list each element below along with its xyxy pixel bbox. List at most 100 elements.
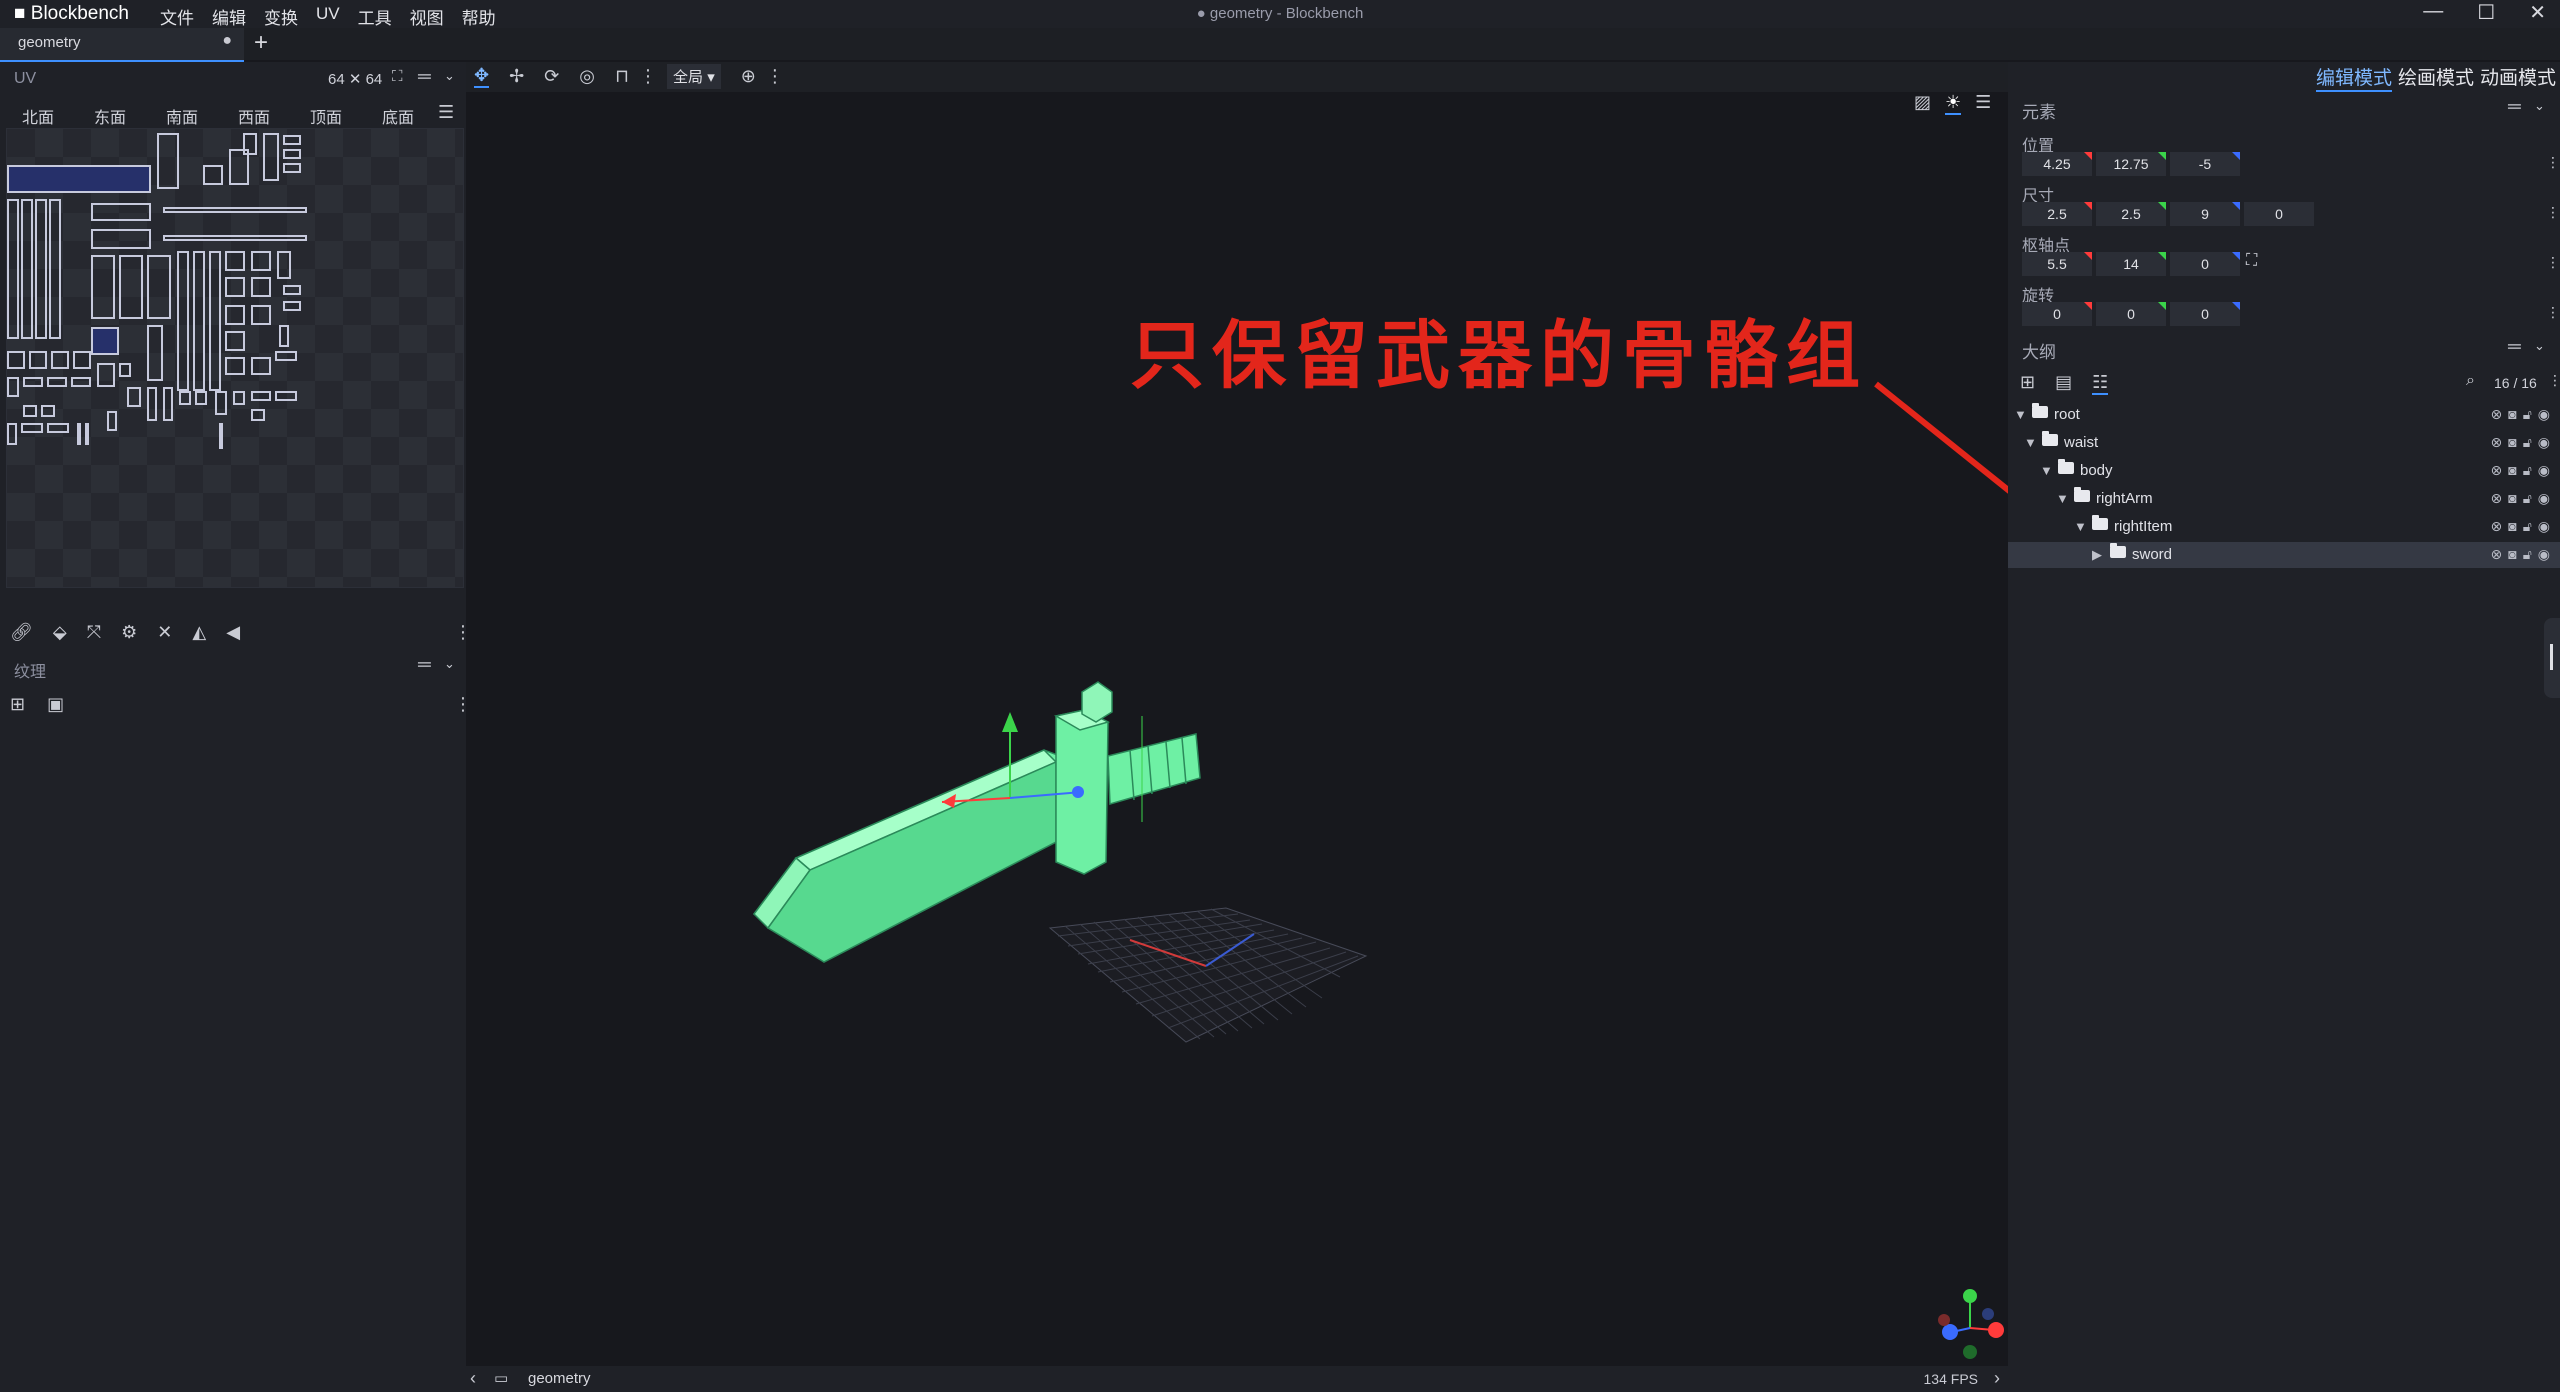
lock-icon[interactable]: 🔓︎ — [2523, 490, 2532, 507]
export-icon[interactable]: ⊗ — [2491, 434, 2503, 451]
auto-uv-icon[interactable]: ⚙ — [121, 622, 137, 643]
add-cube-icon[interactable]: ⊞ — [2020, 372, 2035, 395]
inflate-field[interactable]: 0 — [2244, 202, 2314, 226]
transform-space-select[interactable]: 全局 ▾ — [667, 64, 721, 89]
menu-lines-icon[interactable]: ═ — [2508, 336, 2521, 357]
size-z-field[interactable]: 9 — [2170, 202, 2240, 226]
outliner-group-root[interactable]: ▼ root ⊗ ◙ 🔓︎ ◉ — [2008, 402, 2560, 428]
fullscreen-icon[interactable]: ⛶ — [392, 68, 403, 85]
chevron-down-icon[interactable]: ▼ — [2056, 491, 2069, 506]
size-y-field[interactable]: 2.5 — [2096, 202, 2166, 226]
checklist-icon[interactable]: ☰ — [438, 102, 454, 123]
camera-icon[interactable]: ◙ — [2508, 434, 2516, 451]
search-icon[interactable]: ⌕ — [2466, 372, 2475, 390]
chevron-down-icon[interactable]: ⌄ — [444, 656, 455, 672]
camera-icon[interactable]: ◙ — [2508, 490, 2516, 507]
visibility-icon[interactable]: ◉ — [2538, 406, 2550, 423]
camera-icon[interactable]: ◙ — [2508, 518, 2516, 535]
chevron-down-icon[interactable]: ⌄ — [2534, 338, 2545, 354]
chevron-down-icon[interactable]: ⌄ — [444, 68, 455, 84]
more-options-icon[interactable]: ⋮ — [2548, 372, 2560, 389]
mirror-y-icon[interactable]: ◀ — [226, 622, 240, 643]
lock-icon[interactable]: 🔓︎ — [2523, 406, 2532, 423]
mode-edit[interactable]: 编辑模式 — [2316, 63, 2393, 92]
tab-geometry[interactable]: geometry ● — [0, 28, 244, 62]
pivot-x-field[interactable]: 5.5 — [2022, 252, 2092, 276]
lock-icon[interactable]: 🔓︎ — [2523, 518, 2532, 535]
rotation-x-field[interactable]: 0 — [2022, 302, 2092, 326]
lock-icon[interactable]: 🔓︎ — [2523, 462, 2532, 479]
add-group-icon[interactable]: ▤ — [2055, 372, 2072, 395]
uv-size[interactable]: 64 ✕ 64 — [328, 70, 382, 88]
mirror-x-icon[interactable]: ◭ — [192, 622, 206, 643]
export-icon[interactable]: ⊗ — [2491, 462, 2503, 479]
chevron-down-icon[interactable]: ▼ — [2014, 407, 2027, 422]
chevron-right-icon[interactable]: › — [1994, 1368, 2000, 1389]
center-pivot-icon[interactable]: ⛶ — [2246, 252, 2257, 270]
tab-north[interactable]: 北面 — [22, 104, 94, 128]
view-menu-icon[interactable]: ☰ — [1975, 92, 1991, 115]
chevron-down-icon[interactable]: ▼ — [2074, 519, 2087, 534]
camera-icon[interactable]: ◙ — [2508, 462, 2516, 479]
3d-viewport[interactable] — [466, 62, 2008, 1366]
size-x-field[interactable]: 2.5 — [2022, 202, 2092, 226]
chevron-down-icon[interactable]: ⌄ — [2534, 98, 2545, 114]
outliner-group-rightarm[interactable]: ▼ rightArm ⊗ ◙ 🔓︎ ◉ — [2008, 486, 2560, 512]
visibility-icon[interactable]: ◉ — [2538, 434, 2550, 451]
tab-up[interactable]: 顶面 — [310, 104, 382, 128]
export-icon[interactable]: ⊗ — [2491, 406, 2503, 423]
tab-south[interactable]: 南面 — [166, 104, 238, 128]
more-options-icon[interactable]: ⋮ — [639, 66, 657, 87]
outliner-group-rightitem[interactable]: ▼ rightItem ⊗ ◙ 🔓︎ ◉ — [2008, 514, 2560, 540]
minimize-button[interactable]: — — [2423, 0, 2443, 25]
camera-icon[interactable]: ◙ — [2508, 546, 2516, 563]
visibility-icon[interactable]: ◉ — [2538, 462, 2550, 479]
lock-icon[interactable]: 🔓︎ — [2523, 546, 2532, 563]
chevron-left-icon[interactable]: ‹ — [470, 1368, 476, 1389]
unsaved-dot-icon[interactable]: ● — [222, 32, 232, 50]
maximize-button[interactable]: ☐ — [2477, 0, 2495, 25]
export-icon[interactable]: ⊗ — [2491, 546, 2503, 563]
screenshot-icon[interactable]: ▨ — [1914, 92, 1931, 115]
maximize-uv-icon[interactable]: ⤧ — [87, 622, 101, 643]
visibility-icon[interactable]: ◉ — [2538, 518, 2550, 535]
pivot-tool-icon[interactable]: ◎ — [579, 66, 595, 87]
rotation-y-field[interactable]: 0 — [2096, 302, 2166, 326]
outliner-group-body[interactable]: ▼ body ⊗ ◙ 🔓︎ ◉ — [2008, 458, 2560, 484]
tab-west[interactable]: 西面 — [238, 104, 310, 128]
visibility-icon[interactable]: ◉ — [2538, 490, 2550, 507]
visibility-icon[interactable]: ◉ — [2538, 546, 2550, 563]
panel-resize-handle[interactable] — [2544, 618, 2560, 698]
clear-uv-icon[interactable]: ✕ — [157, 622, 172, 643]
more-options-icon[interactable]: ⋮ — [2546, 254, 2560, 271]
chevron-down-icon[interactable]: ▼ — [2024, 435, 2037, 450]
lock-icon[interactable]: 🔓︎ — [2523, 434, 2532, 451]
menu-lines-icon[interactable]: ═ — [418, 654, 431, 675]
close-button[interactable]: ✕ — [2529, 0, 2546, 25]
outliner-group-waist[interactable]: ▼ waist ⊗ ◙ 🔓︎ ◉ — [2008, 430, 2560, 456]
resize-tool-icon[interactable]: ✢ — [509, 66, 524, 87]
position-z-field[interactable]: -5 — [2170, 152, 2240, 176]
add-texture-icon[interactable]: ⊞ — [10, 694, 25, 715]
chevron-down-icon[interactable]: ▼ — [2040, 463, 2053, 478]
more-options-icon[interactable]: ⋮ — [2546, 204, 2560, 221]
export-icon[interactable]: ⊗ — [2491, 490, 2503, 507]
rotate-tool-icon[interactable]: ⟳ — [544, 66, 559, 87]
pivot-y-field[interactable]: 14 — [2096, 252, 2166, 276]
menu-lines-icon[interactable]: ═ — [2508, 96, 2521, 117]
new-tab-button[interactable]: + — [254, 29, 268, 57]
vertex-snap-icon[interactable]: ⊓ — [615, 66, 629, 87]
pivot-z-field[interactable]: 0 — [2170, 252, 2240, 276]
outliner-group-sword[interactable]: ▶ sword ⊗ ◙ 🔓︎ ◉ — [2008, 542, 2560, 568]
mirror-modeling-icon[interactable]: ⊕ — [741, 66, 756, 87]
more-options-icon[interactable]: ⋮ — [766, 66, 784, 87]
uv-editor-canvas[interactable] — [6, 128, 464, 588]
mode-paint[interactable]: 绘画模式 — [2398, 63, 2474, 90]
import-texture-icon[interactable]: ▣ — [47, 694, 64, 715]
mode-animate[interactable]: 动画模式 — [2480, 63, 2556, 90]
paint-bucket-icon[interactable]: ⬙ — [53, 622, 67, 643]
tab-east[interactable]: 东面 — [94, 104, 166, 128]
camera-icon[interactable]: ◙ — [2508, 406, 2516, 423]
more-options-icon[interactable]: ⋮ — [2546, 304, 2560, 321]
lighting-icon[interactable]: ☀ — [1945, 92, 1962, 115]
